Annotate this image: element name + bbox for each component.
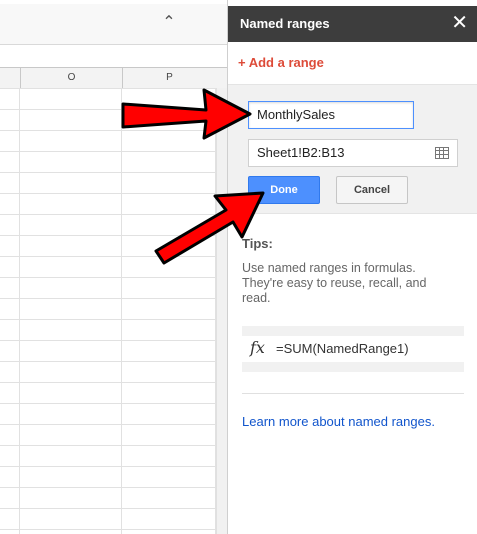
range-reference-value: Sheet1!B2:B13 (257, 145, 345, 160)
column-header-p[interactable]: P (122, 68, 216, 88)
formula-example-inner: fx =SUM(NamedRange1) (242, 336, 464, 362)
toolbar-top-strip (0, 0, 227, 4)
column-header-row: O P (0, 67, 227, 89)
sheet-toolbar: ⌃ (0, 0, 227, 45)
cell-grid[interactable] (0, 88, 216, 534)
tips-heading: Tips: (242, 236, 273, 251)
named-ranges-panel: Named ranges ✕ + Add a range MonthlySale… (227, 0, 477, 534)
grid-icon[interactable] (435, 147, 449, 159)
divider (242, 393, 464, 394)
range-name-input[interactable]: MonthlySales (248, 101, 414, 129)
column-header-o[interactable]: O (20, 68, 122, 88)
range-reference-input[interactable]: Sheet1!B2:B13 (248, 139, 458, 167)
double-chevron-up-icon[interactable]: ⌃ (160, 14, 178, 32)
range-edit-box: MonthlySales Sheet1!B2:B13 Done Cancel (228, 84, 477, 214)
panel-title: Named ranges (240, 16, 330, 31)
panel-header: Named ranges ✕ (228, 6, 477, 42)
fx-icon: fx (250, 338, 265, 357)
select-all-corner[interactable] (0, 68, 20, 88)
learn-more-link[interactable]: Learn more about named ranges. (242, 414, 435, 429)
tips-text: Use named ranges in formulas. They're ea… (242, 261, 427, 305)
formula-bar-area (0, 45, 227, 67)
vertical-scrollbar[interactable] (216, 88, 227, 534)
close-icon[interactable]: ✕ (451, 13, 468, 33)
cancel-button[interactable]: Cancel (336, 176, 408, 204)
add-range-link[interactable]: + Add a range (238, 55, 324, 70)
formula-example-text: =SUM(NamedRange1) (276, 341, 409, 356)
done-button[interactable]: Done (248, 176, 320, 204)
formula-example-box: fx =SUM(NamedRange1) (242, 326, 464, 372)
